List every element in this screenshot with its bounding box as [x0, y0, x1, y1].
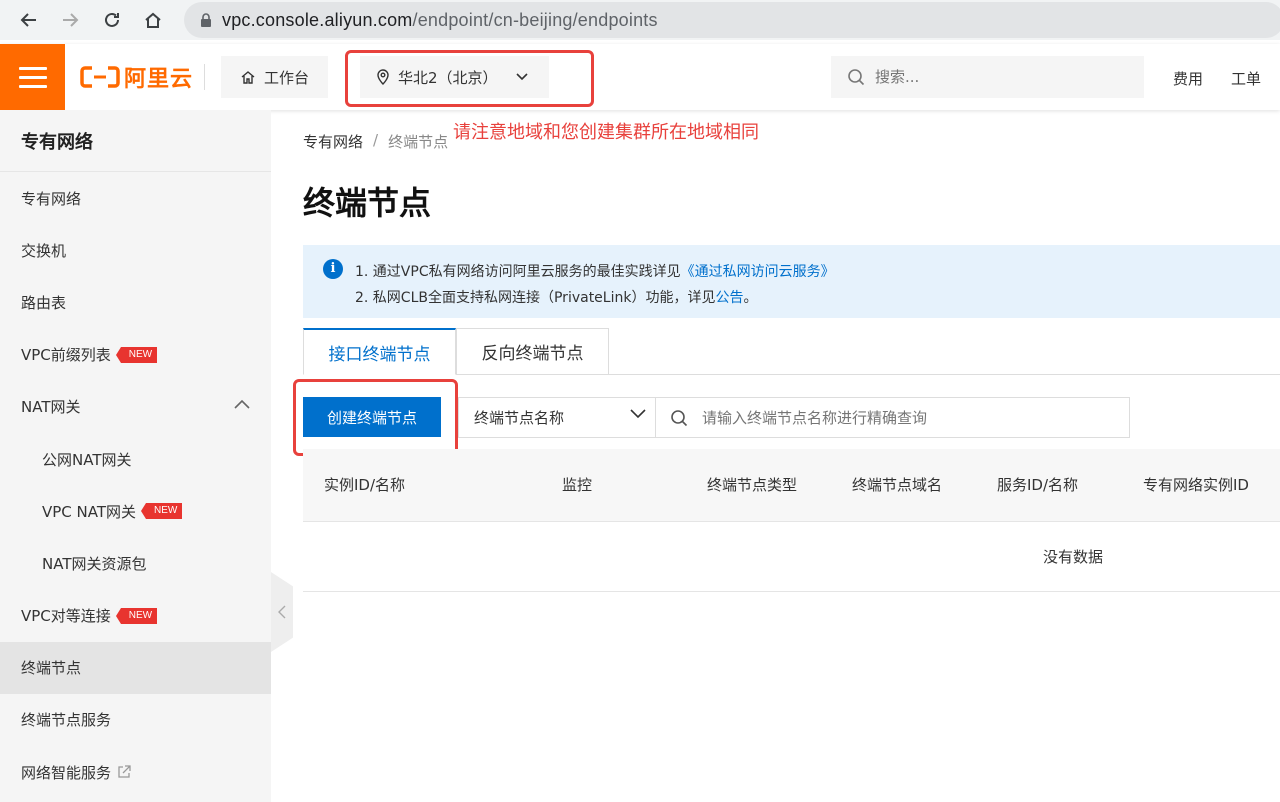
column-header-vpc: 专有网络实例ID	[1143, 476, 1249, 494]
back-icon[interactable]	[9, 0, 49, 40]
filter-field-select[interactable]: 终端节点名称	[458, 397, 656, 438]
column-header-monitor: 监控	[562, 476, 593, 494]
forward-icon[interactable]	[50, 0, 90, 40]
console-header: 阿里云 工作台 华北2（北京） 费用 工单	[0, 44, 1280, 110]
breadcrumb-separator: /	[373, 131, 379, 149]
create-button-highlight-box	[293, 379, 458, 456]
chevron-up-icon	[234, 399, 250, 409]
address-bar[interactable]: vpc.console.aliyun.com/endpoint/cn-beiji…	[184, 2, 1280, 38]
best-practice-link[interactable]: 《通过私网访问云服务》	[681, 264, 835, 280]
chevron-down-icon	[630, 409, 646, 419]
filter-field-label: 终端节点名称	[474, 409, 565, 427]
sidebar-item-vpc-peering[interactable]: VPC对等连接 NEW	[0, 590, 271, 642]
sidebar-item-label: VPC NAT网关	[42, 502, 137, 521]
search-icon	[671, 409, 688, 426]
sidebar-item-vswitch[interactable]: 交换机	[0, 224, 271, 276]
sidebar-item-endpoint-service[interactable]: 终端节点服务	[0, 694, 271, 746]
chevron-left-icon	[278, 605, 286, 619]
search-icon	[848, 69, 865, 86]
workbench-button[interactable]: 工作台	[221, 56, 328, 98]
empty-text: 没有数据	[1043, 548, 1104, 566]
new-badge: NEW	[115, 607, 158, 624]
header-divider	[204, 64, 205, 90]
aliyun-logo[interactable]: 阿里云	[80, 64, 194, 92]
sidebar-item-nat-package[interactable]: NAT网关资源包	[0, 537, 271, 589]
sidebar-item-label: NAT网关	[21, 398, 81, 417]
announcement-link[interactable]: 公告	[715, 290, 743, 306]
page-title: 终端节点	[303, 184, 432, 222]
table-header: 实例ID/名称 监控 终端节点类型 终端节点域名 服务ID/名称 专有网络实例I…	[303, 449, 1280, 522]
sidebar-item-label: 网络智能服务	[21, 763, 112, 782]
sidebar-collapse-handle[interactable]	[271, 572, 293, 652]
sidebar-item-label: 交换机	[21, 241, 67, 260]
filter-search-input[interactable]	[702, 408, 1102, 427]
billing-link[interactable]: 费用	[1173, 68, 1203, 89]
sidebar-title: 专有网络	[0, 110, 271, 172]
filter-search[interactable]	[655, 397, 1130, 438]
sidebar-item-nat-gateway[interactable]: NAT网关	[0, 381, 271, 433]
region-annotation: 请注意地域和您创建集群所在地域相同	[453, 122, 759, 143]
info-icon: i	[323, 259, 343, 279]
home-icon[interactable]	[133, 0, 173, 40]
global-search-input[interactable]	[875, 68, 1115, 86]
sidebar-item-label: 路由表	[21, 293, 67, 312]
sidebar-item-label: VPC对等连接	[21, 607, 111, 626]
reload-icon[interactable]	[92, 0, 132, 40]
tab-reverse-endpoint[interactable]: 反向终端节点	[456, 328, 609, 375]
breadcrumb-root[interactable]: 专有网络	[303, 131, 363, 152]
sidebar-item-vpc-nat[interactable]: VPC NAT网关 NEW	[0, 485, 271, 537]
sidebar: 专有网络 专有网络 交换机 路由表 VPC前缀列表 NEW NAT网关 公网NAT…	[0, 110, 271, 802]
sidebar-item-vpc[interactable]: 专有网络	[0, 172, 271, 224]
lock-icon	[201, 13, 211, 27]
sidebar-item-label: 专有网络	[21, 189, 82, 208]
sidebar-item-route-table[interactable]: 路由表	[0, 276, 271, 328]
workbench-label: 工作台	[263, 68, 309, 87]
breadcrumb: 专有网络 / 终端节点	[303, 131, 448, 152]
notice-line-1: 1. 通过VPC私有网络访问阿里云服务的最佳实践详见《通过私网访问云服务》	[355, 264, 835, 280]
breadcrumb-current: 终端节点	[388, 133, 449, 151]
empty-state: 没有数据	[303, 522, 1280, 592]
sidebar-item-label: NAT网关资源包	[42, 554, 147, 573]
endpoint-tabs: 接口终端节点 反向终端节点	[303, 328, 1280, 375]
sidebar-item-label: VPC前缀列表	[21, 346, 111, 365]
info-notice: i 1. 通过VPC私有网络访问阿里云服务的最佳实践详见《通过私网访问云服务》 …	[303, 245, 1280, 318]
sidebar-item-label: 终端节点服务	[21, 711, 112, 730]
ticket-link[interactable]: 工单	[1231, 68, 1261, 89]
tab-interface-endpoint[interactable]: 接口终端节点	[303, 328, 456, 375]
browser-toolbar: vpc.console.aliyun.com/endpoint/cn-beiji…	[0, 0, 1280, 40]
sidebar-item-endpoint[interactable]: 终端节点	[0, 641, 271, 694]
new-badge: NEW	[115, 346, 158, 363]
column-header-instance: 实例ID/名称	[324, 476, 406, 494]
menu-icon[interactable]	[0, 44, 65, 110]
sidebar-item-prefix-list[interactable]: VPC前缀列表 NEW	[0, 329, 271, 381]
column-header-type: 终端节点类型	[707, 476, 798, 494]
sidebar-item-label: 公网NAT网关	[42, 450, 132, 469]
external-link-icon	[118, 765, 131, 778]
sidebar-item-network-intelligence[interactable]: 网络智能服务	[0, 746, 271, 798]
logo-mark-icon	[80, 66, 120, 88]
notice-line-2: 2. 私网CLB全面支持私网连接（PrivateLink）功能，详见公告。	[355, 290, 758, 306]
new-badge: NEW	[140, 503, 183, 520]
logo-text: 阿里云	[124, 67, 194, 92]
global-search[interactable]	[831, 56, 1144, 98]
sidebar-item-label: 终端节点	[21, 659, 82, 678]
column-header-service: 服务ID/名称	[997, 476, 1079, 494]
home-icon	[241, 71, 255, 84]
region-highlight-box	[345, 50, 594, 107]
column-header-domain: 终端节点域名	[852, 476, 943, 494]
url-text: vpc.console.aliyun.com/endpoint/cn-beiji…	[222, 9, 658, 30]
sidebar-item-public-nat[interactable]: 公网NAT网关	[0, 433, 271, 485]
